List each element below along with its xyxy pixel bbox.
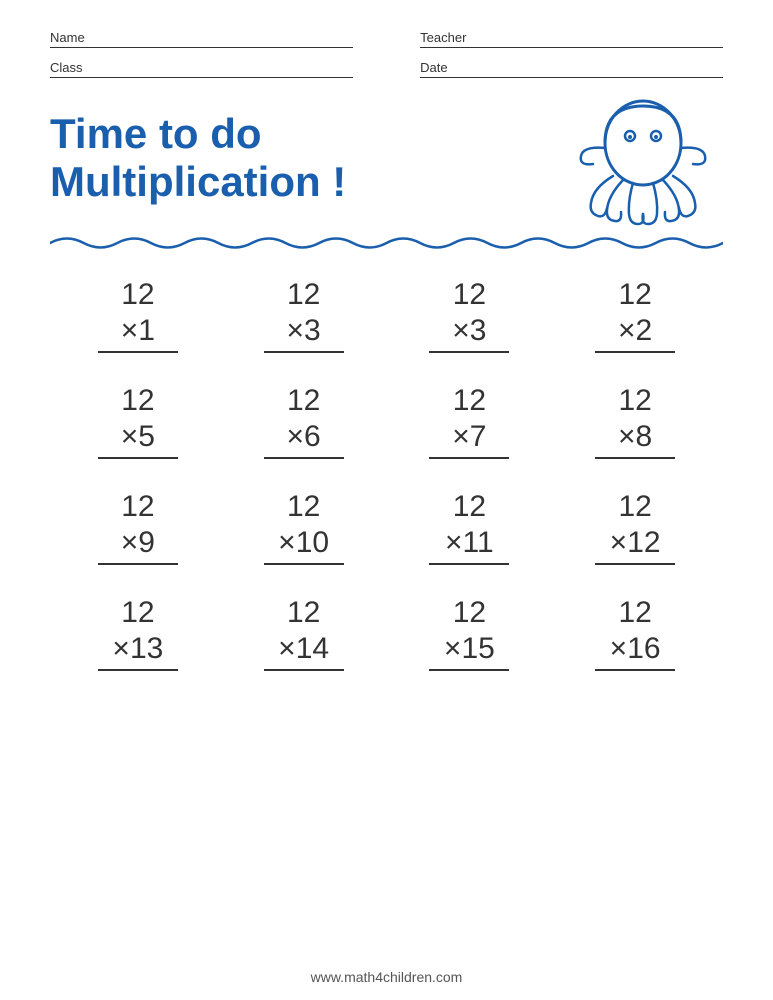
class-label: Class	[50, 60, 353, 78]
problem-top: 12	[618, 383, 651, 419]
problem-top: 12	[618, 595, 651, 631]
problem-multiplier: ×9	[98, 525, 178, 565]
problem-multiplier: ×3	[429, 313, 509, 353]
problem-top: 12	[121, 489, 154, 525]
problem-top: 12	[287, 595, 320, 631]
math-problem: 12×7	[392, 383, 548, 459]
math-problem: 12×3	[392, 277, 548, 353]
problem-multiplier: ×5	[98, 419, 178, 459]
left-fields: Name Class	[50, 30, 353, 78]
math-problem: 12×13	[60, 595, 216, 671]
math-problem: 12×3	[226, 277, 382, 353]
title-line2: Multiplication !	[50, 158, 346, 206]
problem-multiplier: ×12	[595, 525, 675, 565]
problem-multiplier: ×1	[98, 313, 178, 353]
main-title: Time to do Multiplication !	[50, 110, 346, 207]
problem-top: 12	[453, 277, 486, 313]
footer: www.math4children.com	[0, 969, 773, 985]
math-problem: 12×1	[60, 277, 216, 353]
website-url: www.math4children.com	[311, 969, 463, 985]
octopus-image	[563, 88, 723, 228]
math-problem: 12×16	[557, 595, 713, 671]
problem-top: 12	[121, 383, 154, 419]
math-problem: 12×5	[60, 383, 216, 459]
problem-top: 12	[453, 383, 486, 419]
title-section: Time to do Multiplication !	[50, 88, 723, 228]
math-problem: 12×15	[392, 595, 548, 671]
problem-multiplier: ×6	[264, 419, 344, 459]
math-problem: 12×14	[226, 595, 382, 671]
problem-top: 12	[121, 595, 154, 631]
problem-multiplier: ×16	[595, 631, 675, 671]
problem-top: 12	[453, 595, 486, 631]
date-label: Date	[420, 60, 723, 78]
problem-multiplier: ×2	[595, 313, 675, 353]
math-problem: 12×6	[226, 383, 382, 459]
problem-top: 12	[287, 489, 320, 525]
problem-multiplier: ×7	[429, 419, 509, 459]
problem-multiplier: ×8	[595, 419, 675, 459]
problem-multiplier: ×14	[264, 631, 344, 671]
problem-multiplier: ×15	[429, 631, 509, 671]
math-problem: 12×9	[60, 489, 216, 565]
teacher-label: Teacher	[420, 30, 723, 48]
problem-top: 12	[287, 277, 320, 313]
problem-top: 12	[618, 277, 651, 313]
worksheet-page: Name Class Teacher Date Time to do Multi…	[0, 0, 773, 1000]
math-problem: 12×12	[557, 489, 713, 565]
problem-multiplier: ×10	[264, 525, 344, 565]
math-problem: 12×8	[557, 383, 713, 459]
problem-top: 12	[618, 489, 651, 525]
problem-top: 12	[453, 489, 486, 525]
problem-multiplier: ×3	[264, 313, 344, 353]
math-problem: 12×11	[392, 489, 548, 565]
problem-top: 12	[121, 277, 154, 313]
wave-divider	[50, 232, 723, 259]
problem-multiplier: ×11	[429, 525, 509, 565]
problems-grid: 12×112×312×312×212×512×612×712×812×912×1…	[50, 277, 723, 671]
name-label: Name	[50, 30, 353, 48]
math-problem: 12×10	[226, 489, 382, 565]
title-line1: Time to do	[50, 110, 346, 158]
problem-multiplier: ×13	[98, 631, 178, 671]
header-fields: Name Class Teacher Date	[50, 30, 723, 78]
right-fields: Teacher Date	[420, 30, 723, 78]
math-problem: 12×2	[557, 277, 713, 353]
problem-top: 12	[287, 383, 320, 419]
